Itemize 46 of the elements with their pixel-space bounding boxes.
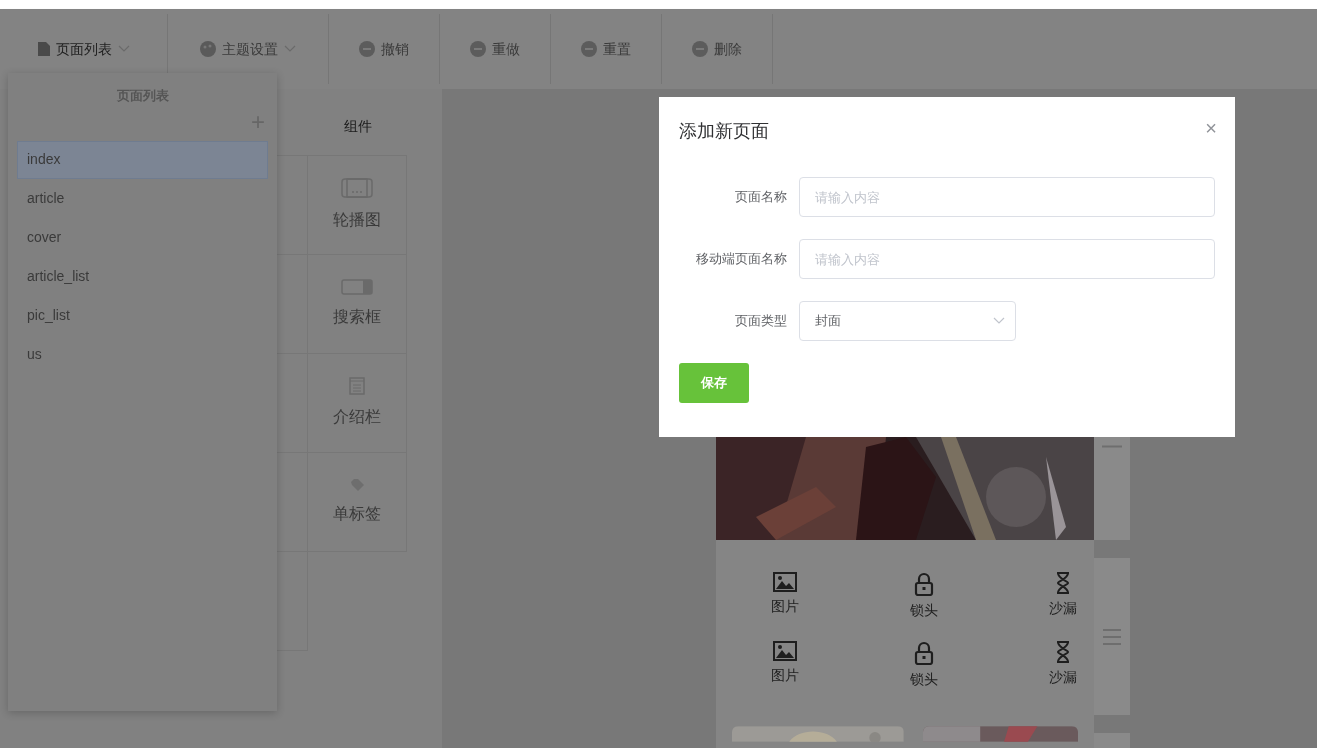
image-icon — [773, 641, 797, 661]
hourglass-icon — [1055, 572, 1071, 594]
nav-item[interactable]: 锁头 — [894, 572, 954, 621]
lock-icon — [914, 641, 934, 665]
nav-item[interactable]: 图片 — [755, 641, 815, 690]
component-tile[interactable]: 单标签 — [307, 452, 407, 552]
field-label: 页面类型 — [734, 312, 788, 331]
lock-icon — [914, 572, 934, 596]
page-list-item[interactable]: article_list — [17, 257, 268, 296]
drag-handle[interactable] — [1094, 437, 1130, 540]
close-button[interactable]: × — [1205, 118, 1217, 138]
field-label: 移动端页面名称 — [695, 250, 788, 269]
palette-icon — [200, 41, 216, 57]
caret-icon — [117, 45, 130, 53]
component-tile[interactable]: 轮播图 — [307, 155, 407, 255]
toolbar-button[interactable]: 撤销 — [329, 14, 440, 84]
page-type-select[interactable]: 封面 — [799, 301, 1016, 341]
save-button[interactable]: 保存 — [679, 363, 749, 403]
page-list-item[interactable]: index — [17, 140, 268, 179]
components-tab[interactable]: 组件 — [308, 116, 407, 155]
hourglass-icon — [1055, 641, 1071, 663]
nav-item[interactable]: 锁头 — [894, 641, 954, 690]
undo-icon — [359, 41, 375, 57]
caret-icon — [284, 45, 296, 53]
drag-handle-icon[interactable] — [1102, 626, 1122, 647]
redo-icon — [470, 41, 486, 57]
toolbar-button[interactable]: 重做 — [440, 14, 551, 84]
text-field[interactable]: 请输入内容 — [799, 239, 1215, 279]
delete-icon — [692, 41, 708, 57]
nav-item[interactable]: 沙漏 — [1033, 641, 1093, 690]
caret-icon — [993, 317, 1005, 325]
image-icon — [773, 572, 797, 592]
reset-icon — [581, 41, 597, 57]
nav-item[interactable]: 沙漏 — [1033, 572, 1093, 621]
document-icon — [37, 42, 50, 56]
field-label: 页面名称 — [734, 188, 788, 207]
page-list-item[interactable]: article — [17, 179, 268, 218]
page-list-item[interactable]: pic_list — [17, 296, 268, 335]
toolbar-button[interactable]: 重置 — [551, 14, 662, 84]
nav-item[interactable]: 图片 — [755, 572, 815, 621]
page-list-item[interactable]: us — [17, 335, 268, 374]
toolbar-button[interactable]: 删除 — [662, 14, 773, 84]
text-field[interactable]: 请输入内容 — [799, 177, 1215, 217]
drag-handle[interactable] — [1094, 558, 1130, 715]
page-list-item[interactable]: cover — [17, 218, 268, 257]
dialog-title: 添加新页面 — [679, 120, 769, 143]
